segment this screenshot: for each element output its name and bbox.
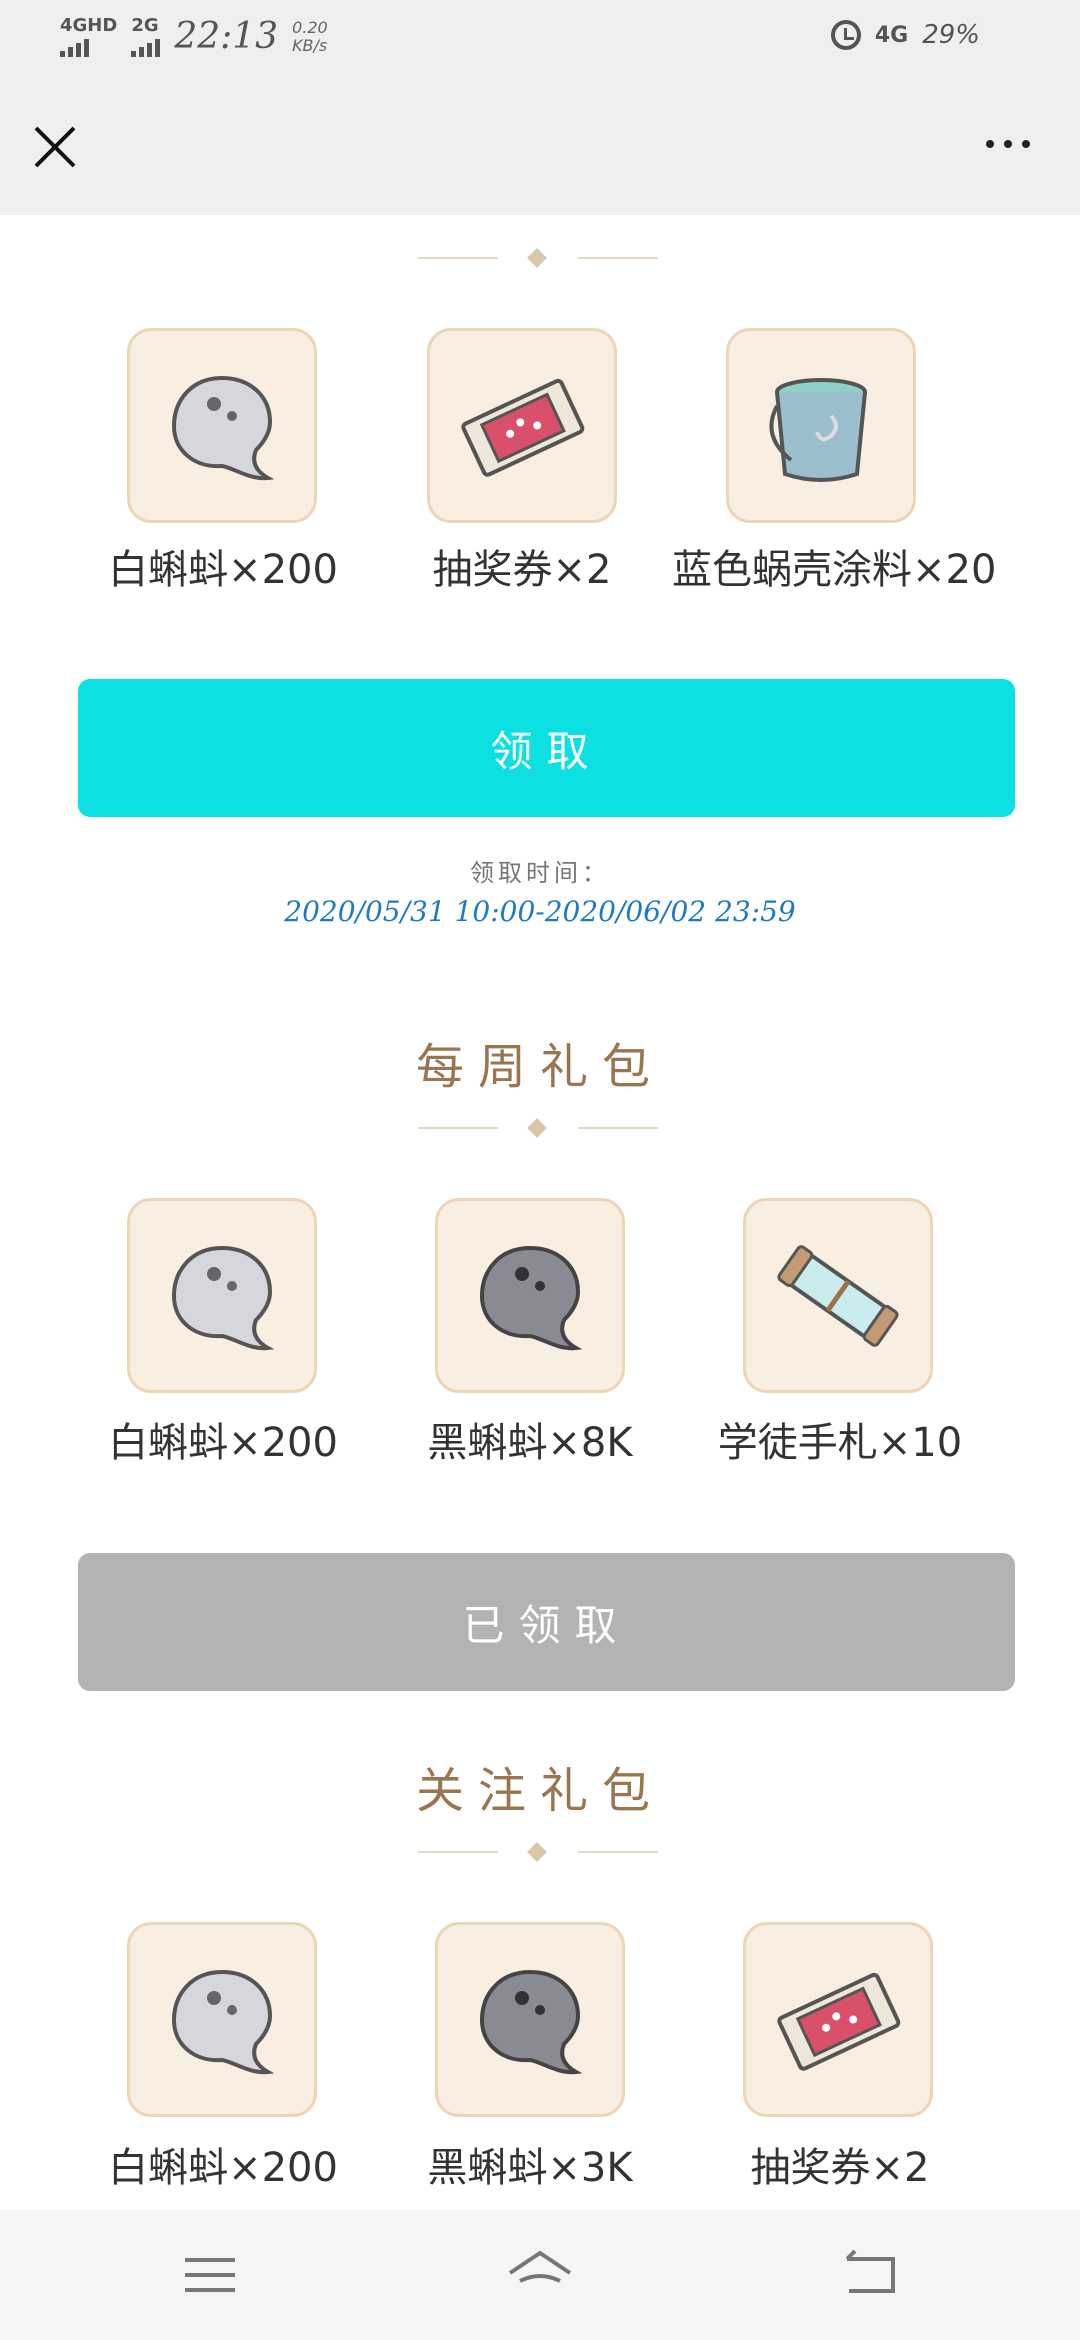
claimed-button[interactable]: 已领取 bbox=[78, 1553, 1015, 1691]
item-tile-lottery-ticket bbox=[743, 1922, 933, 2117]
system-nav-bar bbox=[0, 2210, 1080, 2340]
item-tile-lottery-ticket bbox=[427, 328, 617, 523]
signal-1: 4GHD bbox=[60, 14, 118, 57]
paint-bucket-icon bbox=[769, 377, 867, 482]
item-label: 抽奖券×2 bbox=[432, 547, 612, 593]
section-divider bbox=[418, 1118, 658, 1138]
speed-value: 0.20 bbox=[292, 17, 328, 37]
network-right-label: 4G bbox=[874, 22, 909, 48]
battery-percent: 29% bbox=[922, 20, 980, 50]
speed-unit: KB/s bbox=[292, 35, 328, 55]
back-icon[interactable] bbox=[835, 2245, 905, 2305]
alarm-icon bbox=[830, 20, 861, 50]
white-tadpole-icon bbox=[171, 1969, 275, 2074]
claim-button[interactable]: 领取 bbox=[78, 679, 1015, 817]
close-icon[interactable] bbox=[30, 122, 80, 172]
signal-2: 2G bbox=[131, 14, 161, 57]
item-label: 蓝色蜗壳涂料×20 bbox=[672, 547, 997, 593]
section-divider bbox=[418, 248, 658, 268]
item-label: 黑蝌蚪×3K bbox=[427, 2145, 633, 2191]
item-tile-white-tadpole bbox=[127, 1198, 317, 1393]
section-title-weekly: 每周礼包 bbox=[415, 1039, 664, 1095]
item-label: 白蝌蚪×200 bbox=[108, 547, 338, 593]
item-tile-black-tadpole bbox=[435, 1922, 625, 2117]
top-nav-bar bbox=[0, 80, 1080, 215]
signal-bars-icon bbox=[60, 37, 89, 57]
item-label: 学徒手札×10 bbox=[717, 1420, 963, 1466]
claim-time-label: 领取时间： bbox=[470, 859, 610, 887]
item-label: 黑蝌蚪×8K bbox=[427, 1420, 633, 1466]
section-divider bbox=[418, 1842, 658, 1862]
scroll-icon bbox=[777, 1244, 899, 1347]
white-tadpole-icon bbox=[171, 1245, 275, 1350]
item-tile-scroll bbox=[743, 1198, 933, 1393]
white-tadpole-icon bbox=[171, 375, 275, 480]
claim-time-range: 2020/05/31 10:00-2020/06/02 23:59 bbox=[284, 895, 796, 928]
section-title-follow: 关注礼包 bbox=[415, 1763, 664, 1819]
gift-content: 白蝌蚪×200 抽奖券×2 蓝色蜗壳涂料×20 领取 领取时间： 2020/05… bbox=[0, 215, 1080, 2210]
black-tadpole-icon bbox=[479, 1245, 583, 1350]
item-label: 抽奖券×2 bbox=[750, 2145, 930, 2191]
item-tile-paint-bucket bbox=[726, 328, 916, 523]
status-bar: 4GHD 2G 22:13 0.20 KB/s 4G 29% bbox=[0, 0, 1080, 80]
item-label: 白蝌蚪×200 bbox=[108, 1420, 338, 1466]
network-2-label: 2G bbox=[131, 14, 159, 36]
clock-time: 22:13 bbox=[174, 16, 279, 57]
item-tile-white-tadpole bbox=[127, 1922, 317, 2117]
item-tile-white-tadpole bbox=[127, 328, 317, 523]
more-icon[interactable] bbox=[986, 140, 1030, 148]
black-tadpole-icon bbox=[479, 1969, 583, 2074]
lottery-ticket-icon bbox=[461, 378, 585, 477]
lottery-ticket-icon bbox=[777, 1972, 901, 2071]
menu-icon[interactable] bbox=[175, 2245, 245, 2305]
signal-bars-icon bbox=[131, 37, 161, 57]
network-1-label: 4GHD bbox=[60, 14, 118, 36]
item-label: 白蝌蚪×200 bbox=[108, 2145, 338, 2191]
network-speed: 0.20 KB/s bbox=[292, 17, 328, 55]
home-icon[interactable] bbox=[505, 2245, 575, 2305]
item-tile-black-tadpole bbox=[435, 1198, 625, 1393]
